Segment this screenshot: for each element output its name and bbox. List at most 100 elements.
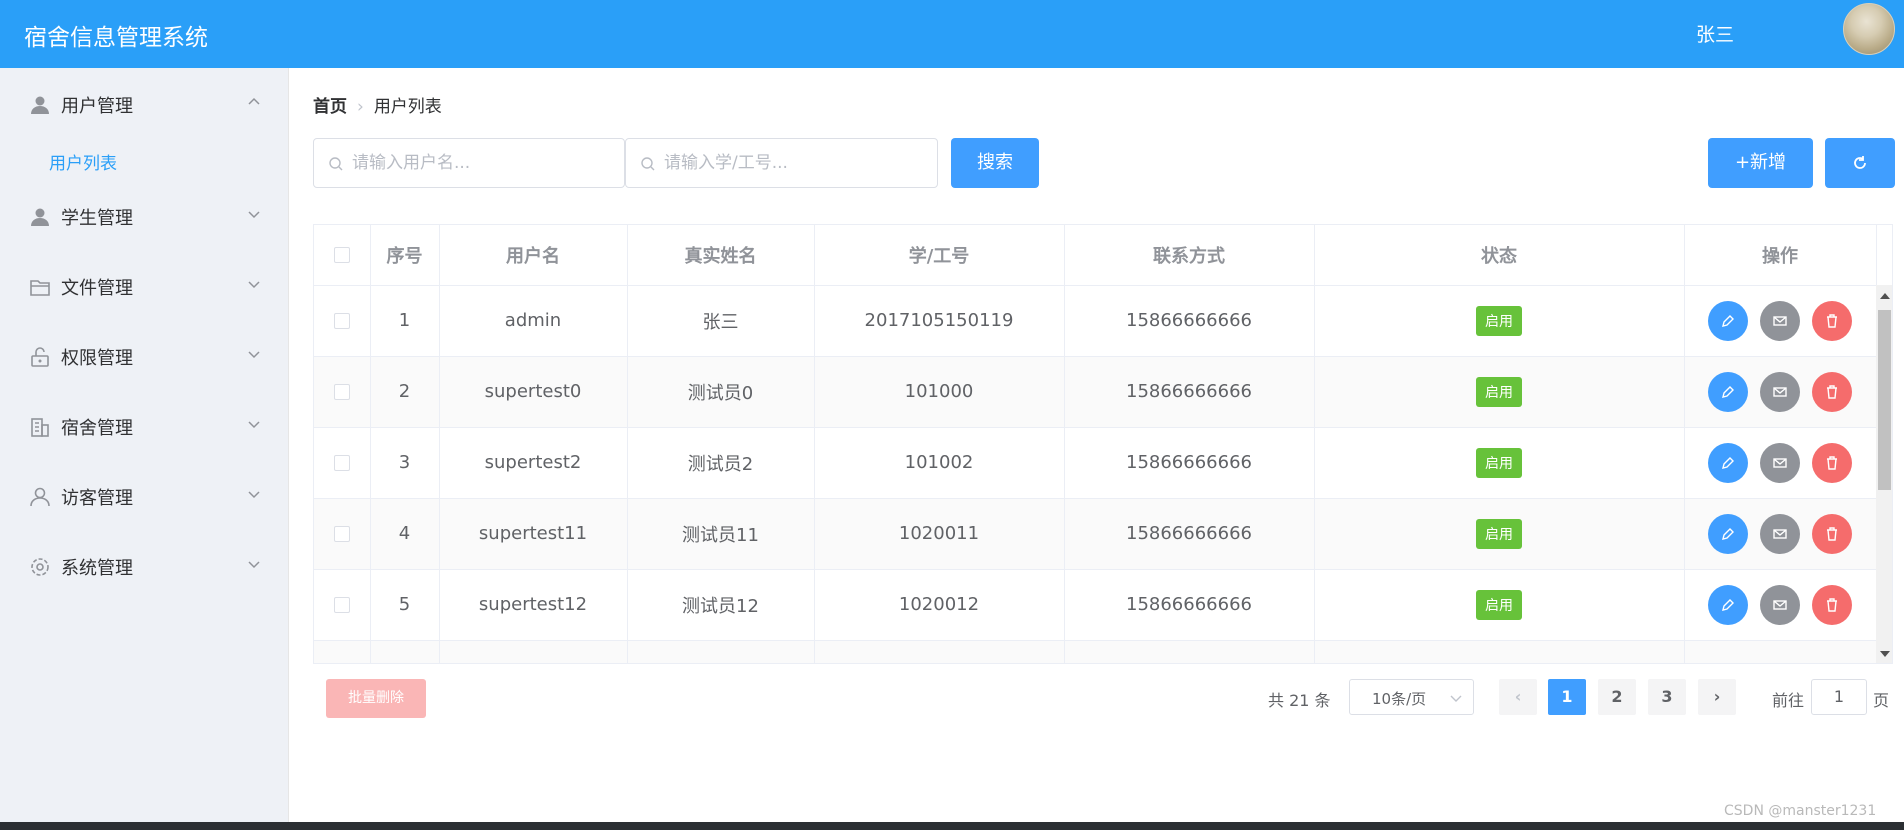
sidebar-subitem-user-list[interactable]: 用户列表 <box>0 132 288 188</box>
sidebar-item-system-management[interactable]: 系统管理 <box>0 538 288 594</box>
sidebar-item-label: 权限管理 <box>61 348 133 369</box>
edit-button[interactable] <box>1708 442 1748 483</box>
mail-button[interactable] <box>1760 584 1800 625</box>
scroll-up-arrow-icon[interactable] <box>1880 293 1890 299</box>
table-row: 5 supertest12 测试员12 1020012 15866666666 … <box>314 569 1877 641</box>
mail-button[interactable] <box>1760 442 1800 483</box>
cell-status: 启用 <box>1314 427 1685 499</box>
sidebar-item-label: 文件管理 <box>61 278 133 299</box>
breadcrumb-home[interactable]: 首页 <box>313 97 347 117</box>
cell-username: supertest11 <box>439 498 628 570</box>
edit-icon <box>1722 527 1734 540</box>
sidebar-item-dorm-management[interactable]: 宿舍管理 <box>0 398 288 454</box>
avatar[interactable] <box>1843 3 1895 55</box>
total-count: 共 21 条 <box>1268 691 1331 710</box>
status-badge: 启用 <box>1476 447 1522 478</box>
row-checkbox[interactable] <box>333 313 350 329</box>
username-search-input[interactable] <box>352 139 592 187</box>
cell-actions <box>1684 427 1877 499</box>
cell-status: 启用 <box>1314 356 1685 428</box>
delete-button[interactable] <box>1812 584 1852 625</box>
row-select-cell <box>314 285 371 357</box>
chevron-down-icon <box>248 421 260 429</box>
chevron-down-icon <box>1450 695 1462 702</box>
edit-button[interactable] <box>1708 371 1748 412</box>
add-button[interactable]: +新增 <box>1708 138 1813 188</box>
edit-button[interactable] <box>1708 300 1748 341</box>
column-header: 状态 <box>1314 225 1685 286</box>
sidebar-item-file-management[interactable]: 文件管理 <box>0 258 288 314</box>
sidebar-item-label: 用户管理 <box>61 96 133 117</box>
cell-username: supertest0 <box>439 356 628 428</box>
row-checkbox[interactable] <box>333 384 350 400</box>
row-checkbox[interactable] <box>333 597 350 613</box>
edit-icon <box>1722 456 1734 469</box>
search-button[interactable]: 搜索 <box>951 138 1039 188</box>
mail-icon <box>1773 315 1787 326</box>
username-search-field[interactable] <box>313 138 625 188</box>
mail-button[interactable] <box>1760 300 1800 341</box>
cell-phone: 15866666666 <box>1064 356 1315 428</box>
page-size-select[interactable]: 10条/页 <box>1349 679 1474 715</box>
user-name[interactable]: 张三 <box>1696 20 1734 47</box>
watermark: CSDN @manster1231 <box>1724 803 1877 819</box>
breadcrumb-current: 用户列表 <box>373 97 442 117</box>
cell-index: 2 <box>370 356 440 428</box>
building-icon <box>31 418 49 437</box>
sidebar-item-user-management[interactable]: 用户管理 <box>0 76 288 132</box>
scroll-down-arrow-icon[interactable] <box>1880 651 1890 657</box>
refresh-button[interactable] <box>1825 138 1895 188</box>
sidebar-item-permission-management[interactable]: 权限管理 <box>0 328 288 384</box>
sidebar-item-visitor-management[interactable]: 访客管理 <box>0 468 288 524</box>
chevron-down-icon <box>248 561 260 569</box>
edit-button[interactable] <box>1708 513 1748 554</box>
page-button[interactable]: 2 <box>1598 679 1636 715</box>
cell-status: 启用 <box>1314 285 1685 357</box>
cell-actions <box>1684 356 1877 428</box>
next-page-button[interactable]: › <box>1698 679 1736 715</box>
id-search-field[interactable] <box>625 138 938 188</box>
delete-button[interactable] <box>1812 300 1852 341</box>
cell-index: 3 <box>370 427 440 499</box>
trash-icon <box>1827 597 1837 612</box>
cell-real-name: 张三 <box>627 285 815 357</box>
delete-button[interactable] <box>1812 371 1852 412</box>
chevron-down-icon <box>248 211 260 219</box>
table-header-row: 序号 用户名 真实姓名 学/工号 联系方式 状态 操作 <box>314 225 1877 286</box>
delete-button[interactable] <box>1812 442 1852 483</box>
user-icon <box>31 96 49 114</box>
cell-username: supertest12 <box>439 569 628 641</box>
sidebar-item-student-management[interactable]: 学生管理 <box>0 188 288 244</box>
page-button[interactable]: 3 <box>1648 679 1686 715</box>
cell-phone: 15866666666 <box>1064 498 1315 570</box>
cell-real-name: 测试员0 <box>627 356 815 428</box>
delete-button[interactable] <box>1812 513 1852 554</box>
sidebar-item-label: 系统管理 <box>61 558 133 579</box>
gear-icon <box>31 558 49 576</box>
cell-actions <box>1684 285 1877 357</box>
batch-delete-button[interactable]: 批量删除 <box>326 679 426 718</box>
row-checkbox[interactable] <box>333 526 350 542</box>
cell-id: 101000 <box>814 356 1065 428</box>
prev-page-button[interactable]: ‹ <box>1499 679 1537 715</box>
scrollbar-thumb[interactable] <box>1878 310 1891 490</box>
table-scrollbar[interactable] <box>1876 285 1892 663</box>
visitor-icon <box>30 487 50 507</box>
id-search-input[interactable] <box>664 139 904 187</box>
edit-button[interactable] <box>1708 584 1748 625</box>
bottom-bar <box>0 822 1904 830</box>
status-badge: 启用 <box>1476 589 1522 620</box>
table-row: 2 supertest0 测试员0 101000 15866666666 启用 <box>314 356 1877 428</box>
row-checkbox[interactable] <box>333 455 350 471</box>
mail-button[interactable] <box>1760 371 1800 412</box>
select-all-checkbox[interactable] <box>333 247 350 264</box>
goto-page-input[interactable]: 1 <box>1811 679 1867 715</box>
trash-icon <box>1827 384 1837 399</box>
mail-button[interactable] <box>1760 513 1800 554</box>
row-select-cell <box>314 427 371 499</box>
chevron-up-icon <box>248 97 260 105</box>
mail-icon <box>1773 528 1787 539</box>
table-row: 3 supertest2 测试员2 101002 15866666666 启用 <box>314 427 1877 499</box>
search-icon <box>641 157 655 171</box>
page-button[interactable]: 1 <box>1548 679 1586 715</box>
